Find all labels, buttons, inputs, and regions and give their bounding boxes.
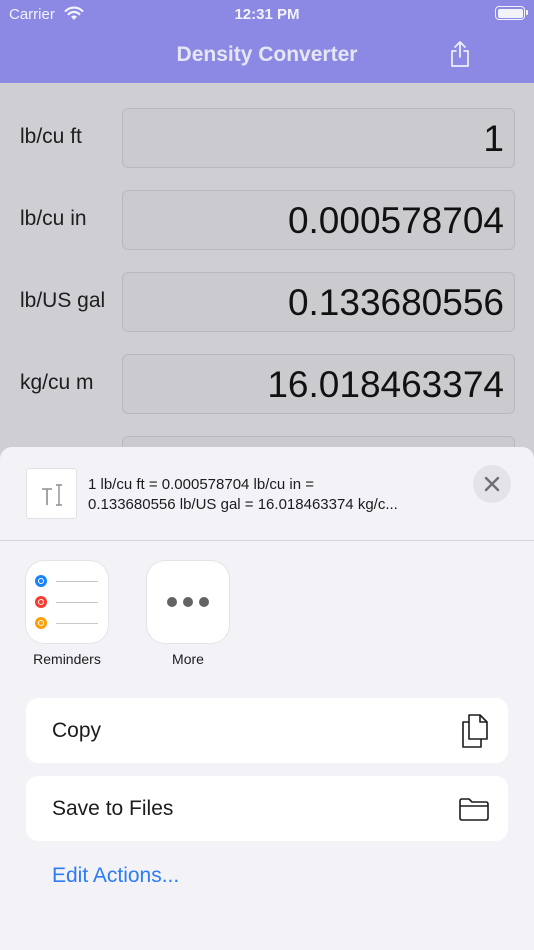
battery-icon xyxy=(495,6,528,20)
share-sheet: 1 lb/cu ft = 0.000578704 lb/cu in = 0.13… xyxy=(0,447,534,950)
unit-label: lb/cu in xyxy=(20,207,87,230)
text-document-icon xyxy=(26,468,77,519)
reminder-line xyxy=(56,581,98,582)
copy-label: Copy xyxy=(52,719,102,742)
reminder-line xyxy=(56,623,98,624)
more-icon-dot xyxy=(199,597,209,607)
unit-label: lb/US gal xyxy=(20,289,106,312)
unit-label: kg/cu m xyxy=(20,371,94,394)
reminder-dot-blue xyxy=(35,575,47,587)
value-field[interactable]: 16.018463374 xyxy=(122,354,515,414)
edit-actions-link[interactable]: Edit Actions... xyxy=(52,864,179,888)
converter-row: lb/US gal 0.133680556 xyxy=(0,272,534,332)
status-bar: Carrier 12:31 PM xyxy=(0,0,534,28)
save-to-files-label: Save to Files xyxy=(52,797,174,820)
shared-text-preview: 1 lb/cu ft = 0.000578704 lb/cu in = 0.13… xyxy=(88,475,458,515)
status-time: 12:31 PM xyxy=(234,6,300,23)
folder-icon xyxy=(459,798,489,821)
reminder-dot-red xyxy=(35,596,47,608)
more-icon xyxy=(167,597,177,607)
converter-row: kg/cu m 16.018463374 xyxy=(0,354,534,414)
app-header: Carrier 12:31 PM Density Converter xyxy=(0,0,534,83)
share-sheet-header: 1 lb/cu ft = 0.000578704 lb/cu in = 0.13… xyxy=(0,447,534,541)
more-button[interactable] xyxy=(147,561,229,643)
value-field[interactable]: 0.000578704 xyxy=(122,190,515,250)
reminder-dot-orange xyxy=(35,617,47,629)
close-button[interactable] xyxy=(473,465,511,503)
value-field[interactable]: 0.133680556 xyxy=(122,272,515,332)
copy-icon xyxy=(462,714,488,748)
converter-row: lb/cu ft 1 xyxy=(0,108,534,168)
unit-label: lb/cu ft xyxy=(20,125,82,148)
reminders-label: Reminders xyxy=(33,651,101,667)
reminder-line xyxy=(56,602,98,603)
more-label: More xyxy=(172,651,204,667)
value-text: 16.018463374 xyxy=(267,364,504,405)
copy-button[interactable]: Copy xyxy=(26,698,508,763)
preview-line: 1 lb/cu ft = 0.000578704 lb/cu in = xyxy=(88,476,315,493)
value-text: 0.000578704 xyxy=(287,200,504,241)
value-text: 0.133680556 xyxy=(287,282,504,323)
more-icon-dot xyxy=(183,597,193,607)
share-icon[interactable] xyxy=(449,40,471,68)
value-field[interactable]: 1 xyxy=(122,108,515,168)
converter-row: lb/cu in 0.000578704 xyxy=(0,190,534,250)
close-icon xyxy=(484,476,500,492)
save-to-files-button[interactable]: Save to Files xyxy=(26,776,508,841)
preview-line: 0.133680556 lb/US gal = 16.018463374 kg/… xyxy=(88,496,398,513)
value-text: 1 xyxy=(483,118,504,159)
reminders-app-button[interactable] xyxy=(26,561,108,643)
